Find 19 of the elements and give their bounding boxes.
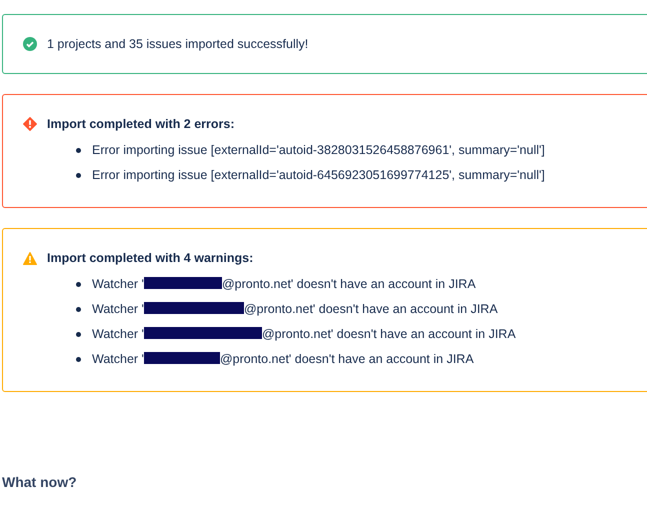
message-item: Watcher ' @pronto.net' doesn't have an account in JIRA (92, 326, 516, 343)
section-heading: What now? (2, 474, 78, 490)
message-title: Import completed with 4 warnings: (47, 251, 254, 265)
message-title: Import completed with 2 errors: (47, 117, 235, 131)
message-item: Watcher ' @pronto.net' doesn't have an account in JIRA (92, 276, 476, 293)
bullet-icon (76, 282, 81, 287)
check-circle-icon (23, 37, 37, 51)
message-item: Error importing issue [externalId='autoid-3828031526458876961', summary='null'] (92, 142, 545, 159)
error-icon (23, 117, 37, 131)
bullet-icon (76, 357, 81, 362)
message-item: Error importing issue [externalId='autoid-6456923051699774125', summary='null'] (92, 167, 545, 184)
bullet-icon (76, 173, 81, 178)
bullet-icon (76, 332, 81, 337)
message-item: Watcher ' @pronto.net' doesn't have an account in JIRA (92, 351, 474, 368)
bullet-icon (76, 148, 81, 153)
warning-icon (23, 252, 37, 264)
bullet-icon (76, 307, 81, 312)
message-title: 1 projects and 35 issues imported successfully! (47, 37, 308, 51)
message-item: Watcher ' @pronto.net' doesn't have an account in JIRA (92, 301, 498, 318)
